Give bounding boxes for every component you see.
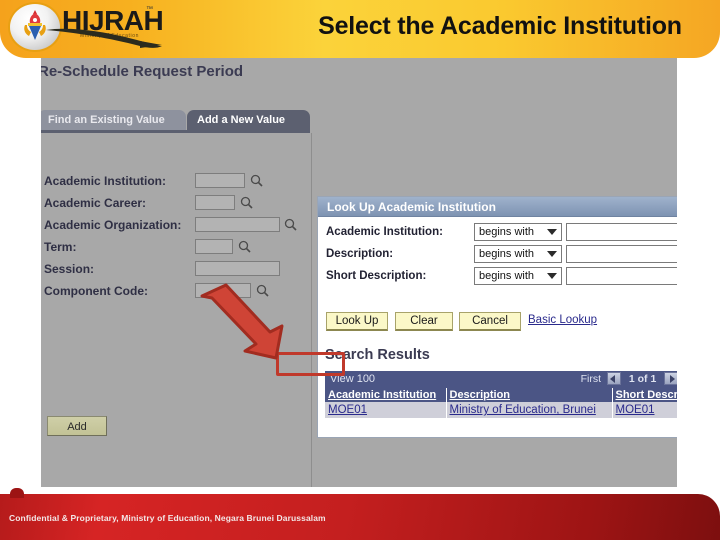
criteria-value-description[interactable] — [566, 245, 677, 263]
footer-notch — [10, 488, 24, 498]
field-label: Academic Institution: — [44, 174, 167, 188]
table-row: MOE01 Ministry of Education, Brunei MOE0… — [325, 402, 677, 418]
search-icon[interactable] — [238, 240, 251, 253]
lookup-dialog: Look Up Academic Institution ✖ Academic … — [317, 196, 677, 438]
operator-value: begins with — [479, 270, 535, 282]
operator-select-academic-institution[interactable]: begins with — [474, 223, 562, 241]
page-title-banner: Select the Academic Institution — [318, 12, 682, 40]
logo-tagline: Ministry of Education — [80, 33, 140, 39]
search-results-table: Academic Institution Description Short D… — [325, 388, 677, 418]
dialog-titlebar: Look Up Academic Institution ✖ — [318, 197, 677, 217]
slide-banner: HIJRAH ™ Ministry of Education Select th… — [0, 0, 720, 58]
page-header: Re-Schedule Request Period — [41, 60, 677, 90]
footer-text: Confidential & Proprietary, Ministry of … — [9, 513, 326, 523]
pager-count: 1 of 1 — [628, 372, 657, 385]
cell-short-description[interactable]: MOE01 — [612, 402, 677, 418]
operator-value: begins with — [479, 248, 535, 260]
search-icon[interactable] — [240, 196, 253, 209]
pager-first-link[interactable]: First — [581, 373, 601, 385]
cell-description[interactable]: Ministry of Education, Brunei — [446, 402, 613, 418]
results-pager: First 1 of 1 Last — [581, 372, 677, 387]
application-screenshot: Re-Schedule Request Period Find an Exist… — [41, 58, 677, 487]
results-navbar: View 100 First 1 of 1 Last — [325, 371, 677, 388]
academic-career-input[interactable] — [195, 195, 235, 210]
tab-bar: Find an Existing Value Add a New Value — [41, 110, 677, 132]
column-header-description[interactable]: Description — [446, 388, 613, 402]
criteria-value-short-description[interactable] — [566, 267, 677, 285]
criteria-label: Academic Institution: — [326, 226, 443, 238]
tab-find-an-existing-value[interactable]: Find an Existing Value — [41, 110, 186, 130]
view-count-label: View 100 — [330, 373, 376, 385]
session-input[interactable] — [195, 261, 280, 276]
criteria-label: Description: — [326, 248, 394, 260]
field-label: Term: — [44, 240, 77, 254]
chevron-down-icon — [547, 229, 557, 235]
table-header-row: Academic Institution Description Short D… — [325, 388, 677, 402]
clear-button[interactable]: Clear — [395, 312, 453, 331]
logo-trademark: ™ — [146, 6, 153, 13]
pager-next-icon[interactable] — [664, 372, 677, 385]
search-icon[interactable] — [250, 174, 263, 187]
look-up-button[interactable]: Look Up — [326, 312, 388, 331]
footer-bar: Confidential & Proprietary, Ministry of … — [0, 488, 720, 540]
operator-value: begins with — [479, 226, 535, 238]
search-icon[interactable] — [284, 218, 297, 231]
academic-institution-input[interactable] — [195, 173, 245, 188]
chevron-down-icon — [547, 251, 557, 257]
hijrah-logo: HIJRAH ™ Ministry of Education — [6, 2, 176, 54]
dialog-title: Look Up Academic Institution — [327, 200, 496, 214]
tab-add-a-new-value[interactable]: Add a New Value — [187, 110, 310, 130]
add-button[interactable]: Add — [47, 416, 107, 436]
column-header-academic-institution[interactable]: Academic Institution — [325, 388, 447, 402]
criteria-label: Short Description: — [326, 270, 427, 282]
term-input[interactable] — [195, 239, 233, 254]
chevron-down-icon — [547, 273, 557, 279]
criteria-value-academic-institution[interactable] — [566, 223, 677, 241]
operator-select-short-description[interactable]: begins with — [474, 267, 562, 285]
pager-previous-icon[interactable] — [606, 372, 621, 385]
field-label: Component Code: — [44, 284, 148, 298]
field-label: Session: — [44, 262, 95, 276]
search-results-heading: Search Results — [325, 347, 430, 363]
crest-icon — [24, 10, 46, 40]
column-header-short-description[interactable]: Short Description — [612, 388, 677, 402]
form-panel: Academic Institution: Academic Career: A… — [41, 133, 312, 487]
search-icon[interactable] — [256, 284, 269, 297]
field-label: Academic Organization: — [44, 218, 182, 232]
cancel-button[interactable]: Cancel — [459, 312, 521, 331]
basic-lookup-link[interactable]: Basic Lookup — [528, 314, 597, 326]
component-code-input[interactable] — [195, 283, 251, 298]
cell-academic-institution[interactable]: MOE01 — [325, 402, 447, 418]
academic-organization-input[interactable] — [195, 217, 280, 232]
field-label: Academic Career: — [44, 196, 147, 210]
operator-select-description[interactable]: begins with — [474, 245, 562, 263]
page-heading: Re-Schedule Request Period — [41, 63, 244, 80]
